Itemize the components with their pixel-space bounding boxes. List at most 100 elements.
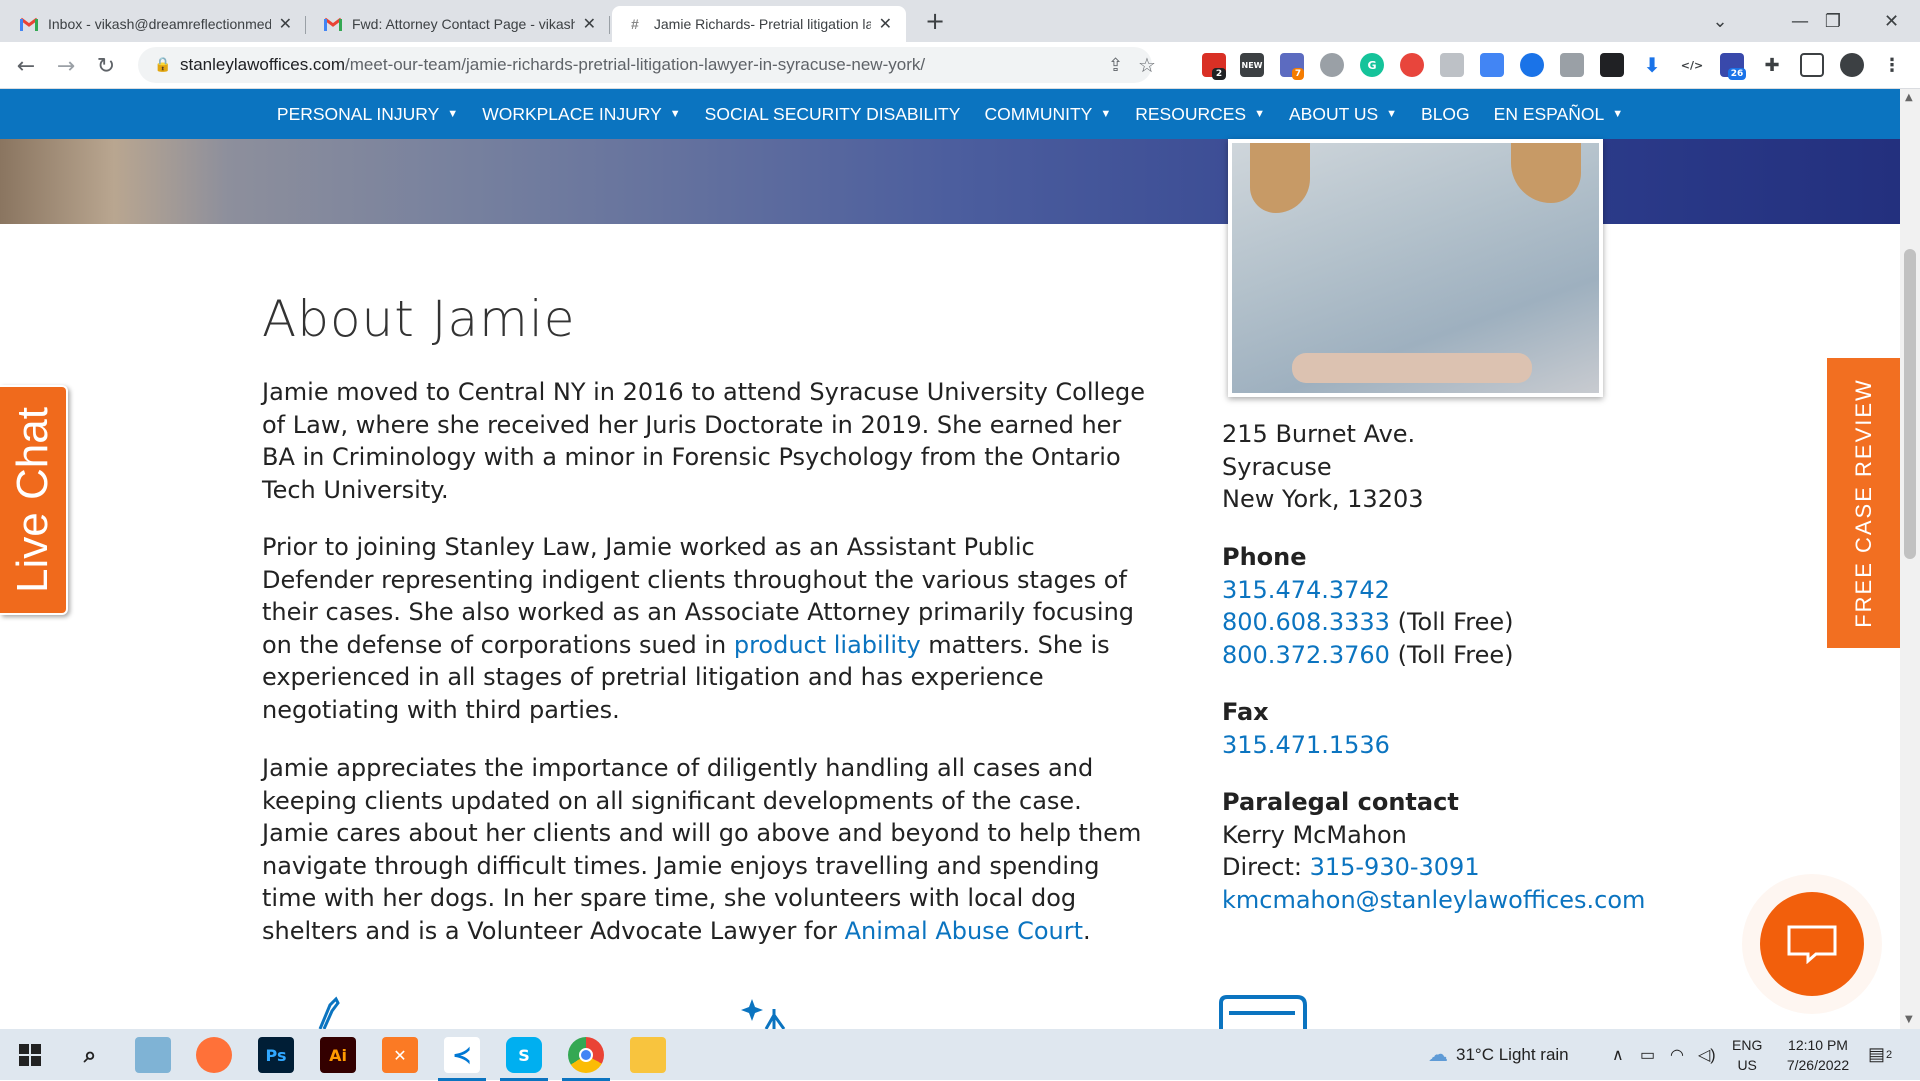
email-link[interactable]: kmcmahon@stanleylawoffices.com xyxy=(1222,886,1645,914)
browser-tab-bar: Inbox - vikash@dreamreflectionmedia.com … xyxy=(0,0,1920,42)
xampp-icon[interactable]: ✕ xyxy=(382,1037,418,1073)
search-icon[interactable]: ⌕ xyxy=(72,1037,108,1073)
extension-badge: 7 xyxy=(1292,68,1304,80)
extension-icon-11[interactable] xyxy=(1600,53,1624,77)
office-address: 215 Burnet Ave. Syracuse New York, 13203 xyxy=(1222,420,1424,513)
nav-resources[interactable]: RESOURCES ▼ xyxy=(1135,104,1265,125)
bookmark-star-icon[interactable]: ☆ xyxy=(1138,53,1156,78)
address-bar[interactable]: 🔒 stanleylawoffices.com/meet-our-team/ja… xyxy=(138,47,1156,83)
nav-en-espanol[interactable]: EN ESPAÑOL ▼ xyxy=(1494,104,1623,125)
files-icon[interactable] xyxy=(135,1037,171,1073)
phone-link-2[interactable]: 800.608.3333 xyxy=(1222,608,1390,636)
extension-icon-6[interactable] xyxy=(1400,53,1424,77)
chevron-down-icon: ▼ xyxy=(1254,108,1265,120)
chat-icon xyxy=(1787,925,1837,964)
site-icon: # xyxy=(631,16,639,32)
nav-personal-injury[interactable]: PERSONAL INJURY ▼ xyxy=(277,104,458,125)
pen-icon xyxy=(310,995,350,1030)
code-icon[interactable]: </> xyxy=(1680,53,1704,77)
page-scrollbar[interactable]: ▲ ▼ xyxy=(1900,89,1920,1029)
shield-icon[interactable] xyxy=(1560,53,1584,77)
extension-icon-8[interactable] xyxy=(1480,53,1504,77)
close-tab-icon[interactable]: ✕ xyxy=(583,14,596,34)
clock[interactable]: 12:10 PM 7/26/2022 xyxy=(1778,1035,1858,1075)
reload-button[interactable]: ↻ xyxy=(90,50,122,82)
sparkle-person-icon xyxy=(738,995,798,1030)
nav-social-security-disability[interactable]: SOCIAL SECURITY DISABILITY xyxy=(705,104,961,125)
weather-widget[interactable]: ☁ 31°C Light rain xyxy=(1428,1029,1569,1080)
nav-community[interactable]: COMMUNITY ▼ xyxy=(984,104,1111,125)
direct-phone-link[interactable]: 315-930-3091 xyxy=(1310,853,1480,881)
bio-paragraph-2: Prior to joining Stanley Law, Jamie work… xyxy=(262,533,1135,724)
extensions-puzzle-icon[interactable]: ✚ xyxy=(1760,53,1784,77)
firefox-icon[interactable] xyxy=(196,1037,232,1073)
file-explorer-icon[interactable] xyxy=(630,1037,666,1073)
fax-section: Fax 315.471.1536 xyxy=(1222,696,1390,761)
product-liability-link[interactable]: product liability xyxy=(734,631,921,659)
windows-taskbar: ⌕ Ps Ai ✕ ≺ S ☁ 31°C Light rain ∧ ▭ ◠ ◁)… xyxy=(0,1029,1920,1081)
battery-icon[interactable]: ▭ xyxy=(1640,1029,1655,1080)
hero-banner xyxy=(0,139,1900,224)
new-tab-button[interactable]: + xyxy=(920,6,950,36)
wifi-icon[interactable]: ◠ xyxy=(1670,1029,1684,1080)
photoshop-icon[interactable]: Ps xyxy=(258,1037,294,1073)
tray-overflow-icon[interactable]: ∧ xyxy=(1612,1029,1624,1080)
language-indicator[interactable]: ENG US xyxy=(1732,1035,1762,1075)
extension-badge: 2 xyxy=(1212,68,1226,80)
certificate-icon xyxy=(1215,995,1315,1029)
bio-paragraph-1: Jamie moved to Central NY in 2016 to att… xyxy=(262,378,1145,504)
close-tab-icon[interactable]: ✕ xyxy=(279,14,292,34)
scroll-up-icon[interactable]: ▲ xyxy=(1905,92,1913,103)
restore-button[interactable]: ❐ xyxy=(1803,0,1863,42)
side-panel-icon[interactable] xyxy=(1800,53,1824,77)
download-icon[interactable]: ⬇ xyxy=(1640,53,1664,77)
skype-icon[interactable]: S xyxy=(500,1037,548,1081)
chevron-down-icon: ▼ xyxy=(447,108,459,120)
grammarly-icon[interactable]: G xyxy=(1360,53,1384,77)
bio-paragraph-3: Jamie appreciates the importance of dili… xyxy=(262,754,1142,945)
nav-about-us[interactable]: ABOUT US ▼ xyxy=(1289,104,1397,125)
paralegal-label: Paralegal contact xyxy=(1222,788,1459,816)
close-window-button[interactable]: ✕ xyxy=(1863,0,1920,42)
menu-kebab-icon[interactable]: ⋮ xyxy=(1880,53,1904,77)
notification-center-icon[interactable]: ▤ 2 xyxy=(1868,1029,1892,1080)
nav-workplace-injury[interactable]: WORKPLACE INJURY ▼ xyxy=(482,104,680,125)
paralegal-section: Paralegal contact Kerry McMahon Direct: … xyxy=(1222,788,1646,914)
vscode-icon[interactable]: ≺ xyxy=(438,1037,486,1081)
tab-gmail-inbox[interactable]: Inbox - vikash@dreamreflectionmedia.com … xyxy=(6,6,306,42)
extension-icon-9[interactable] xyxy=(1520,53,1544,77)
tab-gmail-fwd[interactable]: Fwd: Attorney Contact Page - vikash ✕ xyxy=(310,6,610,42)
gmail-icon xyxy=(324,17,342,31)
extension-icon-7[interactable] xyxy=(1440,53,1464,77)
chevron-down-icon: ▼ xyxy=(1612,108,1624,120)
chevron-down-icon: ▼ xyxy=(1100,108,1112,120)
phone-link-3[interactable]: 800.372.3760 xyxy=(1222,641,1390,669)
live-chat-button[interactable]: Live Chat xyxy=(0,385,68,615)
volume-icon[interactable]: ◁) xyxy=(1698,1029,1716,1080)
windows-start-icon[interactable] xyxy=(12,1037,48,1073)
close-tab-icon[interactable]: ✕ xyxy=(879,14,892,34)
chrome-icon[interactable] xyxy=(562,1037,610,1081)
share-icon[interactable]: ⇪ xyxy=(1108,55,1123,76)
illustrator-icon[interactable]: Ai xyxy=(320,1037,356,1073)
nav-blog[interactable]: BLOG xyxy=(1421,104,1470,125)
chat-bubble-button[interactable] xyxy=(1760,892,1864,996)
animal-abuse-court-link[interactable]: Animal Abuse Court xyxy=(845,917,1083,945)
back-button[interactable]: ← xyxy=(10,50,42,82)
scrollbar-thumb[interactable] xyxy=(1904,249,1916,559)
tab-jamie-richards[interactable]: # Jamie Richards- Pretrial litigation la… xyxy=(612,6,906,42)
extension-icon-4[interactable] xyxy=(1320,53,1344,77)
extension-badge: 26 xyxy=(1728,68,1746,80)
phone-link-1[interactable]: 315.474.3742 xyxy=(1222,576,1390,604)
site-navigation: PERSONAL INJURY ▼ WORKPLACE INJURY ▼ SOCIA… xyxy=(0,89,1900,139)
extension-icon-new[interactable]: NEW xyxy=(1240,53,1264,77)
about-heading: About Jamie xyxy=(262,290,576,348)
scroll-down-icon[interactable]: ▼ xyxy=(1905,1014,1913,1025)
forward-button[interactable]: → xyxy=(50,50,82,82)
free-case-review-button[interactable]: FREE CASE REVIEW xyxy=(1827,358,1900,648)
phone-section: Phone 315.474.3742 800.608.3333 (Toll Fr… xyxy=(1222,543,1514,669)
tab-search-chevron-icon[interactable]: ⌄ xyxy=(1690,0,1750,42)
profile-avatar[interactable] xyxy=(1840,53,1864,77)
attorney-photo xyxy=(1228,139,1603,397)
fax-link[interactable]: 315.471.1536 xyxy=(1222,731,1390,759)
